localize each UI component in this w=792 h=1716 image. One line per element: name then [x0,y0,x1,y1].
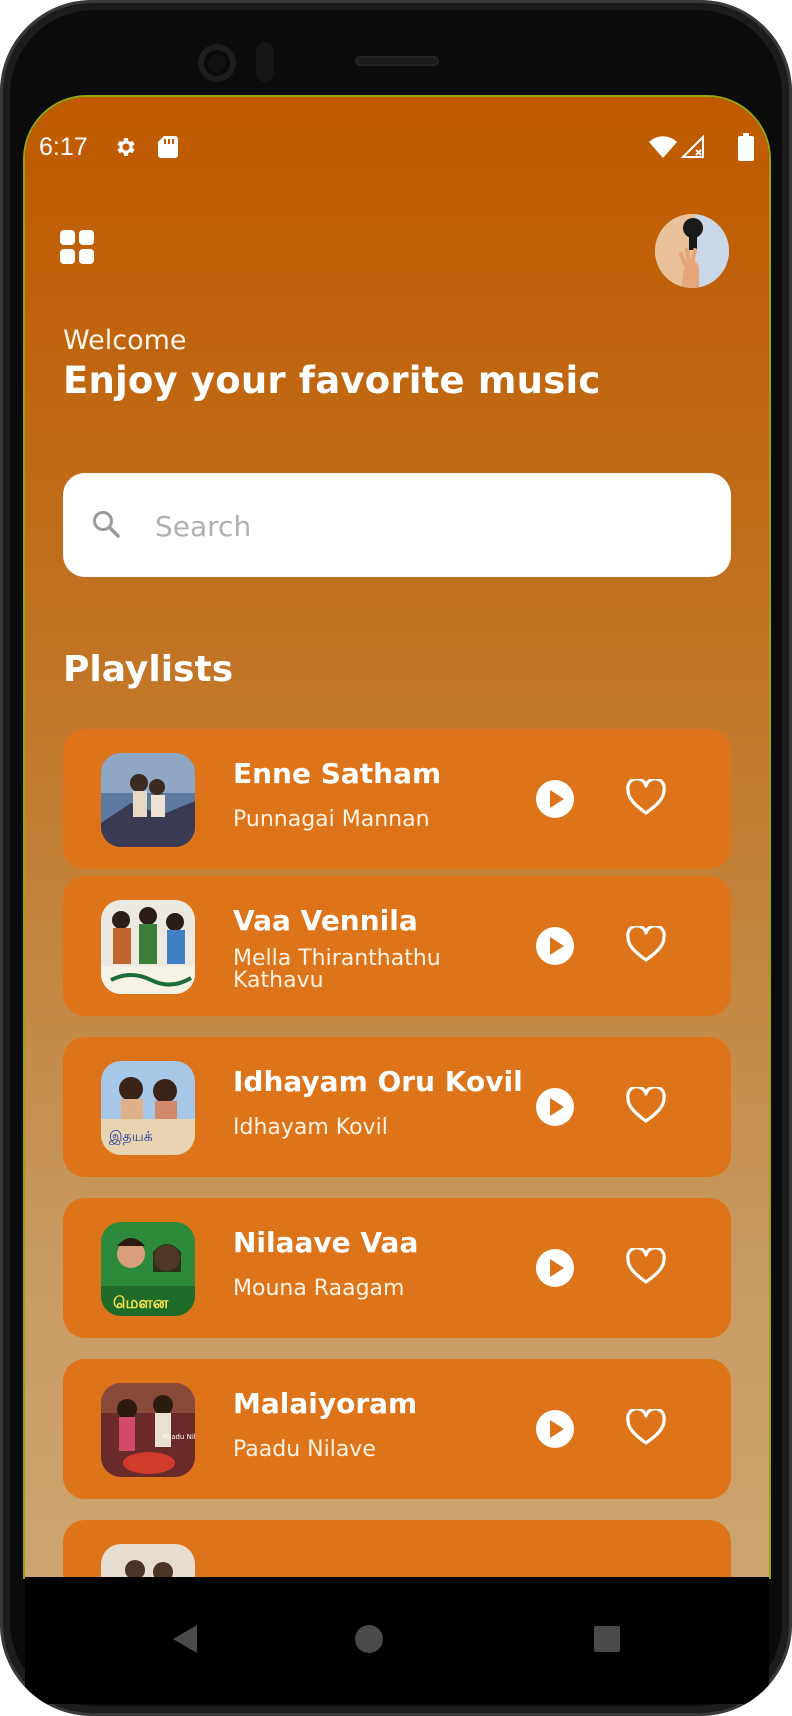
album-art [101,753,195,847]
song-album: Paadu Nilave [233,1437,376,1462]
list-item[interactable]: Paadu Nilave Malaiyoram Paadu Nilave [63,1359,731,1499]
album-art [101,1544,195,1577]
list-item[interactable] [63,1520,731,1577]
wifi-icon [649,136,677,158]
menu-grid-icon[interactable] [60,230,94,264]
album-art: இதயக் [101,1061,195,1155]
status-bar: 6:17 [25,127,769,167]
song-album: Mouna Raagam [233,1276,405,1301]
welcome-label: Welcome [63,325,187,356]
heart-icon[interactable] [626,1409,666,1447]
sd-card-icon [158,136,178,158]
song-title: Idhayam Oru Kovil [233,1065,523,1098]
song-title: Malaiyoram [233,1387,418,1420]
list-item[interactable]: மௌன Nilaave Vaa Mouna Raagam [63,1198,731,1338]
front-camera [198,44,236,82]
search-input[interactable] [153,493,697,559]
page-title: Enjoy your favorite music [63,359,601,402]
song-title: Enne Satham [233,757,442,790]
list-item[interactable]: Vaa Vennila Mella Thiranthathu Kathavu [63,876,731,1016]
heart-icon[interactable] [626,1248,666,1286]
song-title: Vaa Vennila [233,904,418,937]
svg-text:மௌன: மௌன [113,1293,169,1312]
svg-text:இதயக்: இதயக் [109,1129,153,1145]
gear-icon [117,138,135,156]
song-album: Punnagai Mannan [233,807,430,832]
status-time: 6:17 [39,133,88,161]
list-item[interactable]: Enne Satham Punnagai Mannan [63,729,731,869]
album-art [101,900,195,994]
system-nav-bar [25,1577,769,1704]
play-icon[interactable] [535,1087,575,1127]
song-album: Idhayam Kovil [233,1115,388,1140]
album-art: மௌன [101,1222,195,1316]
app-screen: 6:17 Welcome Enjoy your favorite music S… [25,97,769,1577]
battery-icon [738,133,754,161]
back-icon[interactable] [167,1621,203,1657]
section-title-playlists: Playlists [63,649,234,690]
search-bar[interactable] [63,473,731,577]
song-title: Nilaave Vaa [233,1226,419,1259]
avatar-image [655,214,729,288]
play-icon[interactable] [535,1248,575,1288]
play-icon[interactable] [535,1409,575,1449]
heart-icon[interactable] [626,1087,666,1125]
heart-icon[interactable] [626,779,666,817]
list-item[interactable]: இதயக் Idhayam Oru Kovil Idhayam Kovil [63,1037,731,1177]
svg-text:Paadu Nilave: Paadu Nilave [163,1433,195,1441]
recent-apps-icon[interactable] [591,1623,623,1655]
phone-frame: 6:17 Welcome Enjoy your favorite music S… [0,0,792,1716]
play-icon[interactable] [535,779,575,819]
album-art: Paadu Nilave [101,1383,195,1477]
play-icon[interactable] [535,926,575,966]
heart-icon[interactable] [626,926,666,964]
avatar[interactable] [655,214,729,288]
earpiece-speaker [355,56,439,66]
search-icon [93,511,120,538]
song-album: Mella Thiranthathu Kathavu [233,946,441,993]
home-icon[interactable] [351,1621,387,1657]
proximity-sensor [256,42,274,82]
signal-icon [681,135,704,158]
